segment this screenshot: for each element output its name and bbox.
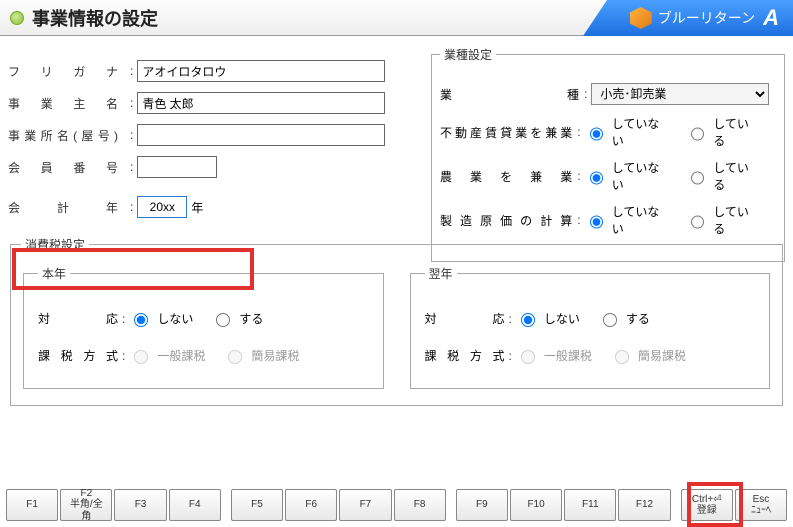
f7-button[interactable]: F7 (339, 489, 391, 521)
mfgcost-yes[interactable]: している (686, 203, 758, 237)
highlight-submit (687, 482, 743, 527)
header-bullet-icon (10, 11, 24, 25)
mfgcost-no[interactable]: していない (585, 203, 668, 237)
fy-suffix: 年 (191, 199, 203, 216)
agriculture-no[interactable]: していない (585, 159, 668, 193)
realestate-label: 不動産賃貸業を兼業 (440, 124, 573, 141)
f10-button[interactable]: F10 (510, 489, 562, 521)
mfgcost-label: 製 造 原 価 の 計 算 (440, 212, 573, 229)
f4-button[interactable]: F4 (169, 489, 221, 521)
ny-support-off[interactable]: しない (516, 310, 580, 327)
ty-support-off[interactable]: しない (129, 310, 193, 327)
brand-a: A (763, 7, 779, 29)
f6-button[interactable]: F6 (285, 489, 337, 521)
fy-label: 会 計 年 (8, 199, 126, 216)
ty-method-general: 一般課税 (129, 347, 205, 364)
f9-button[interactable]: F9 (456, 489, 508, 521)
ty-support-label: 対 応 (38, 310, 118, 327)
brand-banner: ブルーリターン A (583, 0, 793, 36)
industry-type-select[interactable]: 小売･卸売業 (591, 83, 769, 105)
ny-support-on[interactable]: する (598, 310, 650, 327)
f1-button[interactable]: F1 (6, 489, 58, 521)
ty-method-label: 課税方式 (38, 347, 118, 364)
agriculture-yes[interactable]: している (686, 159, 758, 193)
f5-button[interactable]: F5 (231, 489, 283, 521)
f12-button[interactable]: F12 (618, 489, 670, 521)
ty-method-simple: 簡易課税 (223, 347, 299, 364)
owner-label: 事 業 主 名 (8, 95, 126, 112)
ny-method-label: 課税方式 (425, 347, 505, 364)
owner-input[interactable] (137, 92, 385, 114)
member-input[interactable] (137, 156, 217, 178)
logo-cube-icon (630, 7, 652, 29)
ty-support-on[interactable]: する (211, 310, 263, 327)
ny-method-general: 一般課税 (516, 347, 592, 364)
furigana-input[interactable] (137, 60, 385, 82)
furigana-label: フ リ ガ ナ (8, 63, 126, 80)
f11-button[interactable]: F11 (564, 489, 616, 521)
next-year-legend: 翌年 (425, 265, 457, 282)
place-label: 事業所名(屋号) (8, 127, 126, 144)
page-title: 事業情報の設定 (32, 5, 158, 31)
realestate-no[interactable]: していない (585, 115, 668, 149)
content: フ リ ガ ナ : 事 業 主 名 : 事業所名(屋号) : 会 員 番 号 :… (0, 36, 793, 410)
fy-input[interactable] (137, 196, 187, 218)
header: 事業情報の設定 ブルーリターン A (0, 0, 793, 36)
agriculture-label: 農 業 を 兼 業 (440, 168, 573, 185)
ny-method-simple: 簡易課税 (610, 347, 686, 364)
f8-button[interactable]: F8 (394, 489, 446, 521)
f3-button[interactable]: F3 (114, 489, 166, 521)
ny-support-label: 対 応 (425, 310, 505, 327)
industry-legend: 業種設定 (440, 46, 496, 63)
function-key-bar: F1 F2半角/全角 F3 F4 F5 F6 F7 F8 F9 F10 F11 … (6, 489, 787, 521)
industry-type-label: 業 種 (440, 86, 580, 103)
f2-button[interactable]: F2半角/全角 (60, 489, 112, 521)
highlight-fy (12, 248, 254, 290)
place-input[interactable] (137, 124, 385, 146)
brand-text: ブルーリターン (658, 8, 755, 28)
member-label: 会 員 番 号 (8, 159, 126, 176)
industry-fieldset: 業種設定 業 種 : 小売･卸売業 不動産賃貸業を兼業 : していない している… (431, 46, 785, 262)
next-year-box: 翌年 対 応 : しない する 課税方式 : 一般課税 簡易課税 (410, 265, 771, 389)
realestate-yes[interactable]: している (686, 115, 758, 149)
